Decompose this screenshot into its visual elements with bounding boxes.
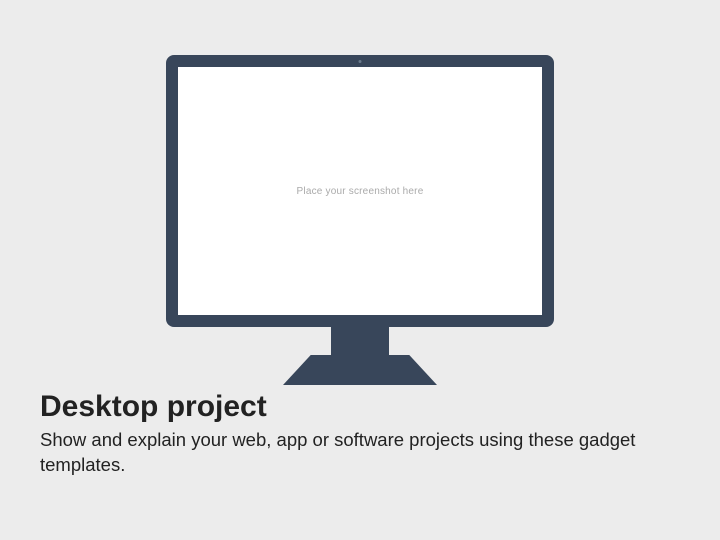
monitor-screen: Place your screenshot here — [178, 67, 542, 315]
slide-description: Show and explain your web, app or softwa… — [40, 428, 680, 478]
screen-placeholder-text: Place your screenshot here — [297, 186, 424, 197]
monitor-neck — [331, 327, 389, 355]
monitor-base — [283, 355, 437, 385]
camera-dot-icon — [359, 60, 362, 63]
monitor-frame: Place your screenshot here — [166, 55, 554, 327]
monitor-mockup: Place your screenshot here — [166, 55, 554, 385]
slide-title: Desktop project — [40, 390, 267, 424]
